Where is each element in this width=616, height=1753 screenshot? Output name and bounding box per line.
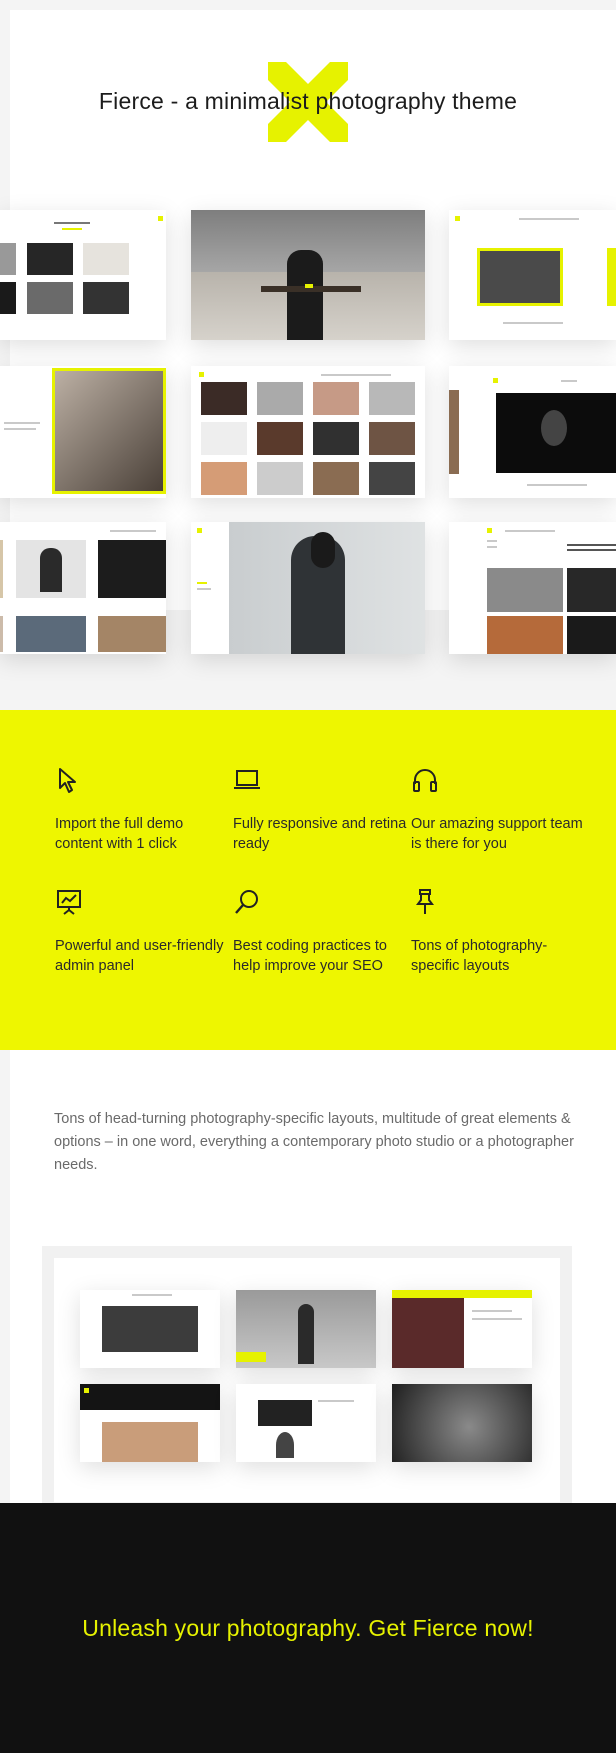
- feature-text: Our amazing support team is there for yo…: [411, 816, 583, 852]
- mockup-grid-gallery[interactable]: [191, 366, 425, 498]
- gallery-thumb-5[interactable]: [236, 1384, 376, 1462]
- laptop-icon: [234, 770, 260, 789]
- feature-text: Import the full demo content with 1 clic…: [55, 816, 184, 852]
- headphones-icon: [413, 769, 437, 792]
- mockup-collins-portfolio[interactable]: [0, 210, 166, 340]
- description-text: Tons of head-turning photography-specifi…: [54, 1111, 574, 1173]
- gallery-thumb-6[interactable]: [392, 1384, 532, 1462]
- pin-icon: [416, 889, 434, 914]
- search-icon: [235, 890, 258, 914]
- feature-text: Powerful and user-friendly admin panel: [55, 938, 224, 974]
- mockup-portrait-split[interactable]: [0, 366, 166, 498]
- gallery-thumb-3[interactable]: [392, 1290, 532, 1368]
- layouts-gallery: [42, 1246, 572, 1504]
- cta-section: Unleash your photography. Get Fierce now…: [0, 1503, 616, 1753]
- mockup-photo-name-slider[interactable]: [449, 210, 616, 340]
- feature-text: Fully responsive and retina ready: [233, 816, 407, 852]
- presentation-icon: [57, 890, 81, 915]
- cursor-icon: [59, 768, 76, 793]
- mockup-studio-intro[interactable]: [449, 522, 616, 654]
- mockup-fullwidth-portrait[interactable]: [191, 522, 425, 654]
- mockup-portrait-grid[interactable]: [0, 522, 166, 654]
- cta-headline[interactable]: Unleash your photography. Get Fierce now…: [0, 1615, 616, 1642]
- gallery-thumb-2[interactable]: [236, 1290, 376, 1368]
- feature-text: Best coding practices to help improve yo…: [233, 938, 387, 974]
- gallery-thumb-4[interactable]: [80, 1384, 220, 1462]
- mockup-photo-single[interactable]: [449, 366, 616, 498]
- hero-title: Fierce - a minimalist photography theme: [98, 88, 518, 114]
- gallery-panel: [54, 1258, 560, 1502]
- features-section: Import the full demo content with 1 clic…: [0, 710, 616, 1050]
- description-section: Tons of head-turning photography-specifi…: [10, 1050, 616, 1505]
- mockup-beach-hero[interactable]: [191, 210, 425, 340]
- gallery-thumb-1[interactable]: [80, 1290, 220, 1368]
- feature-text: Tons of photography-specific layouts: [411, 938, 548, 974]
